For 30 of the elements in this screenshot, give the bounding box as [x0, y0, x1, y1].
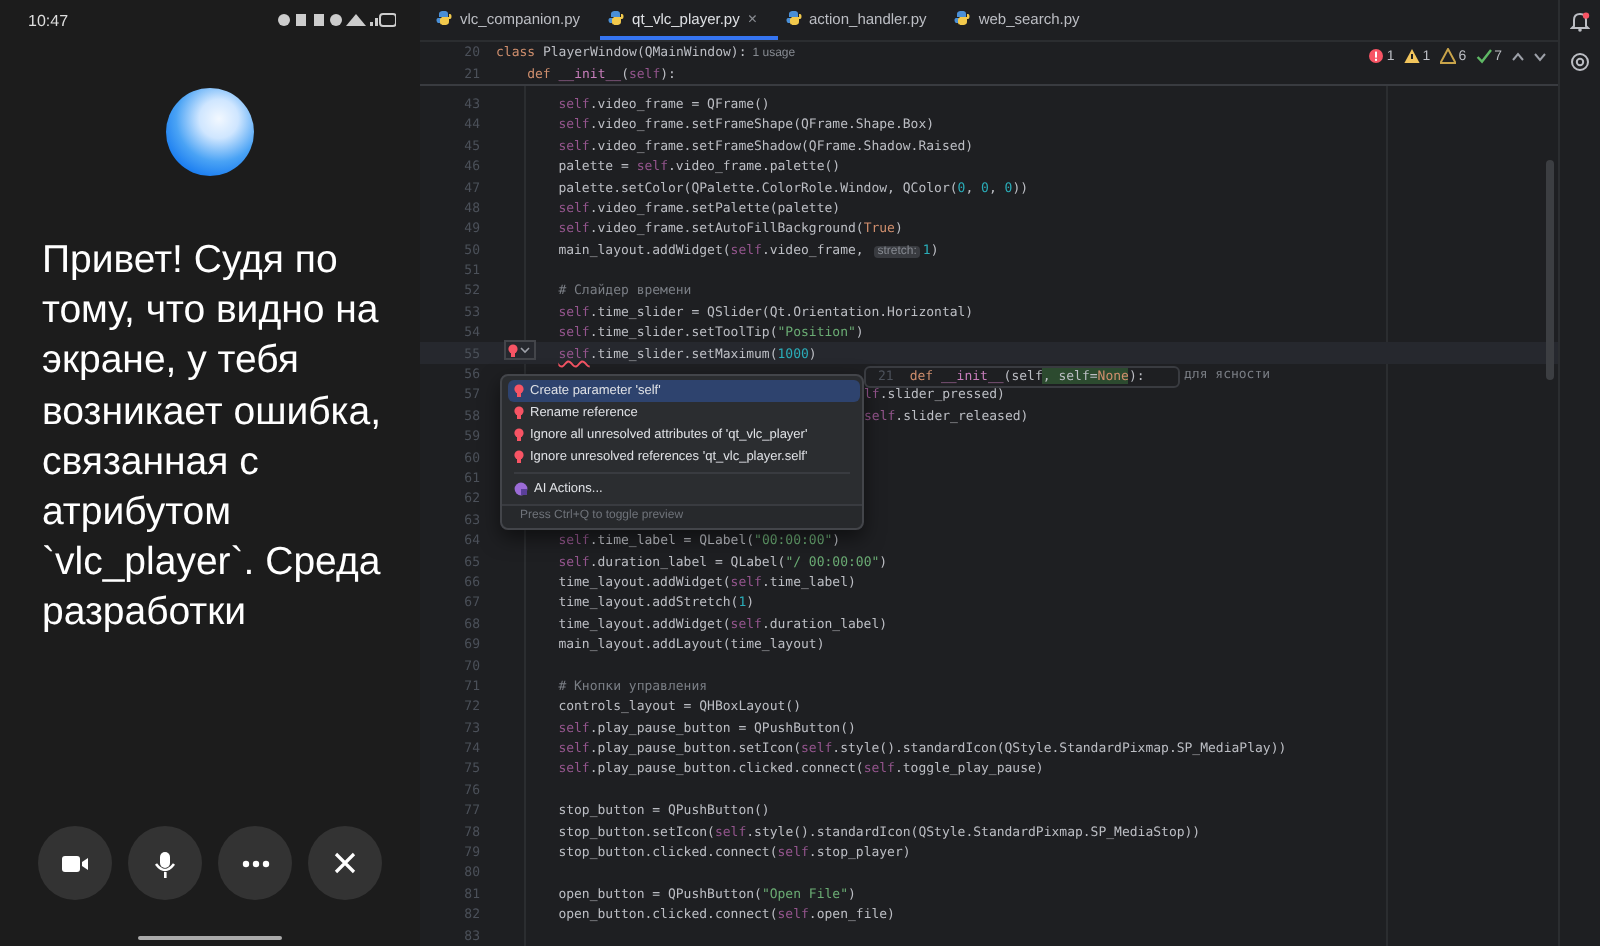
check-icon [1476, 48, 1493, 64]
more-icon [241, 859, 269, 867]
python-file-icon [954, 10, 971, 26]
python-file-icon [608, 10, 625, 26]
camera-button[interactable] [38, 826, 112, 900]
lightbulb-icon [508, 343, 518, 358]
notification-bell-icon [1570, 12, 1590, 32]
quick-fix-button[interactable] [504, 340, 536, 361]
lightbulb-icon [514, 383, 524, 398]
python-file-icon [436, 10, 452, 26]
error-icon [1368, 48, 1385, 64]
assistant-orb-icon [166, 88, 254, 176]
status-icons [276, 12, 396, 28]
scrollbar[interactable] [1546, 160, 1554, 380]
microphone-icon [150, 849, 180, 877]
clock: 10:47 [28, 11, 69, 29]
lightbulb-icon [514, 405, 524, 420]
warning-icon [1404, 48, 1421, 64]
sparkle-icon [514, 481, 528, 496]
home-indicator [138, 936, 282, 940]
close-icon [334, 852, 356, 874]
weak-warning-icon [1440, 48, 1457, 64]
close-tab-icon[interactable]: × [747, 9, 758, 27]
assistant-message: Привет! Судя по тому, что видно на экране, у тебя возникает ошибка, связанная с атрибутом `vlc_player`. Среда разработки [42, 236, 383, 639]
microphone-button[interactable] [128, 826, 202, 900]
python-file-icon [785, 10, 802, 26]
lightbulb-icon [514, 427, 524, 442]
caret-icon [520, 346, 530, 355]
lightbulb-icon [514, 449, 524, 464]
close-button[interactable] [308, 826, 382, 900]
